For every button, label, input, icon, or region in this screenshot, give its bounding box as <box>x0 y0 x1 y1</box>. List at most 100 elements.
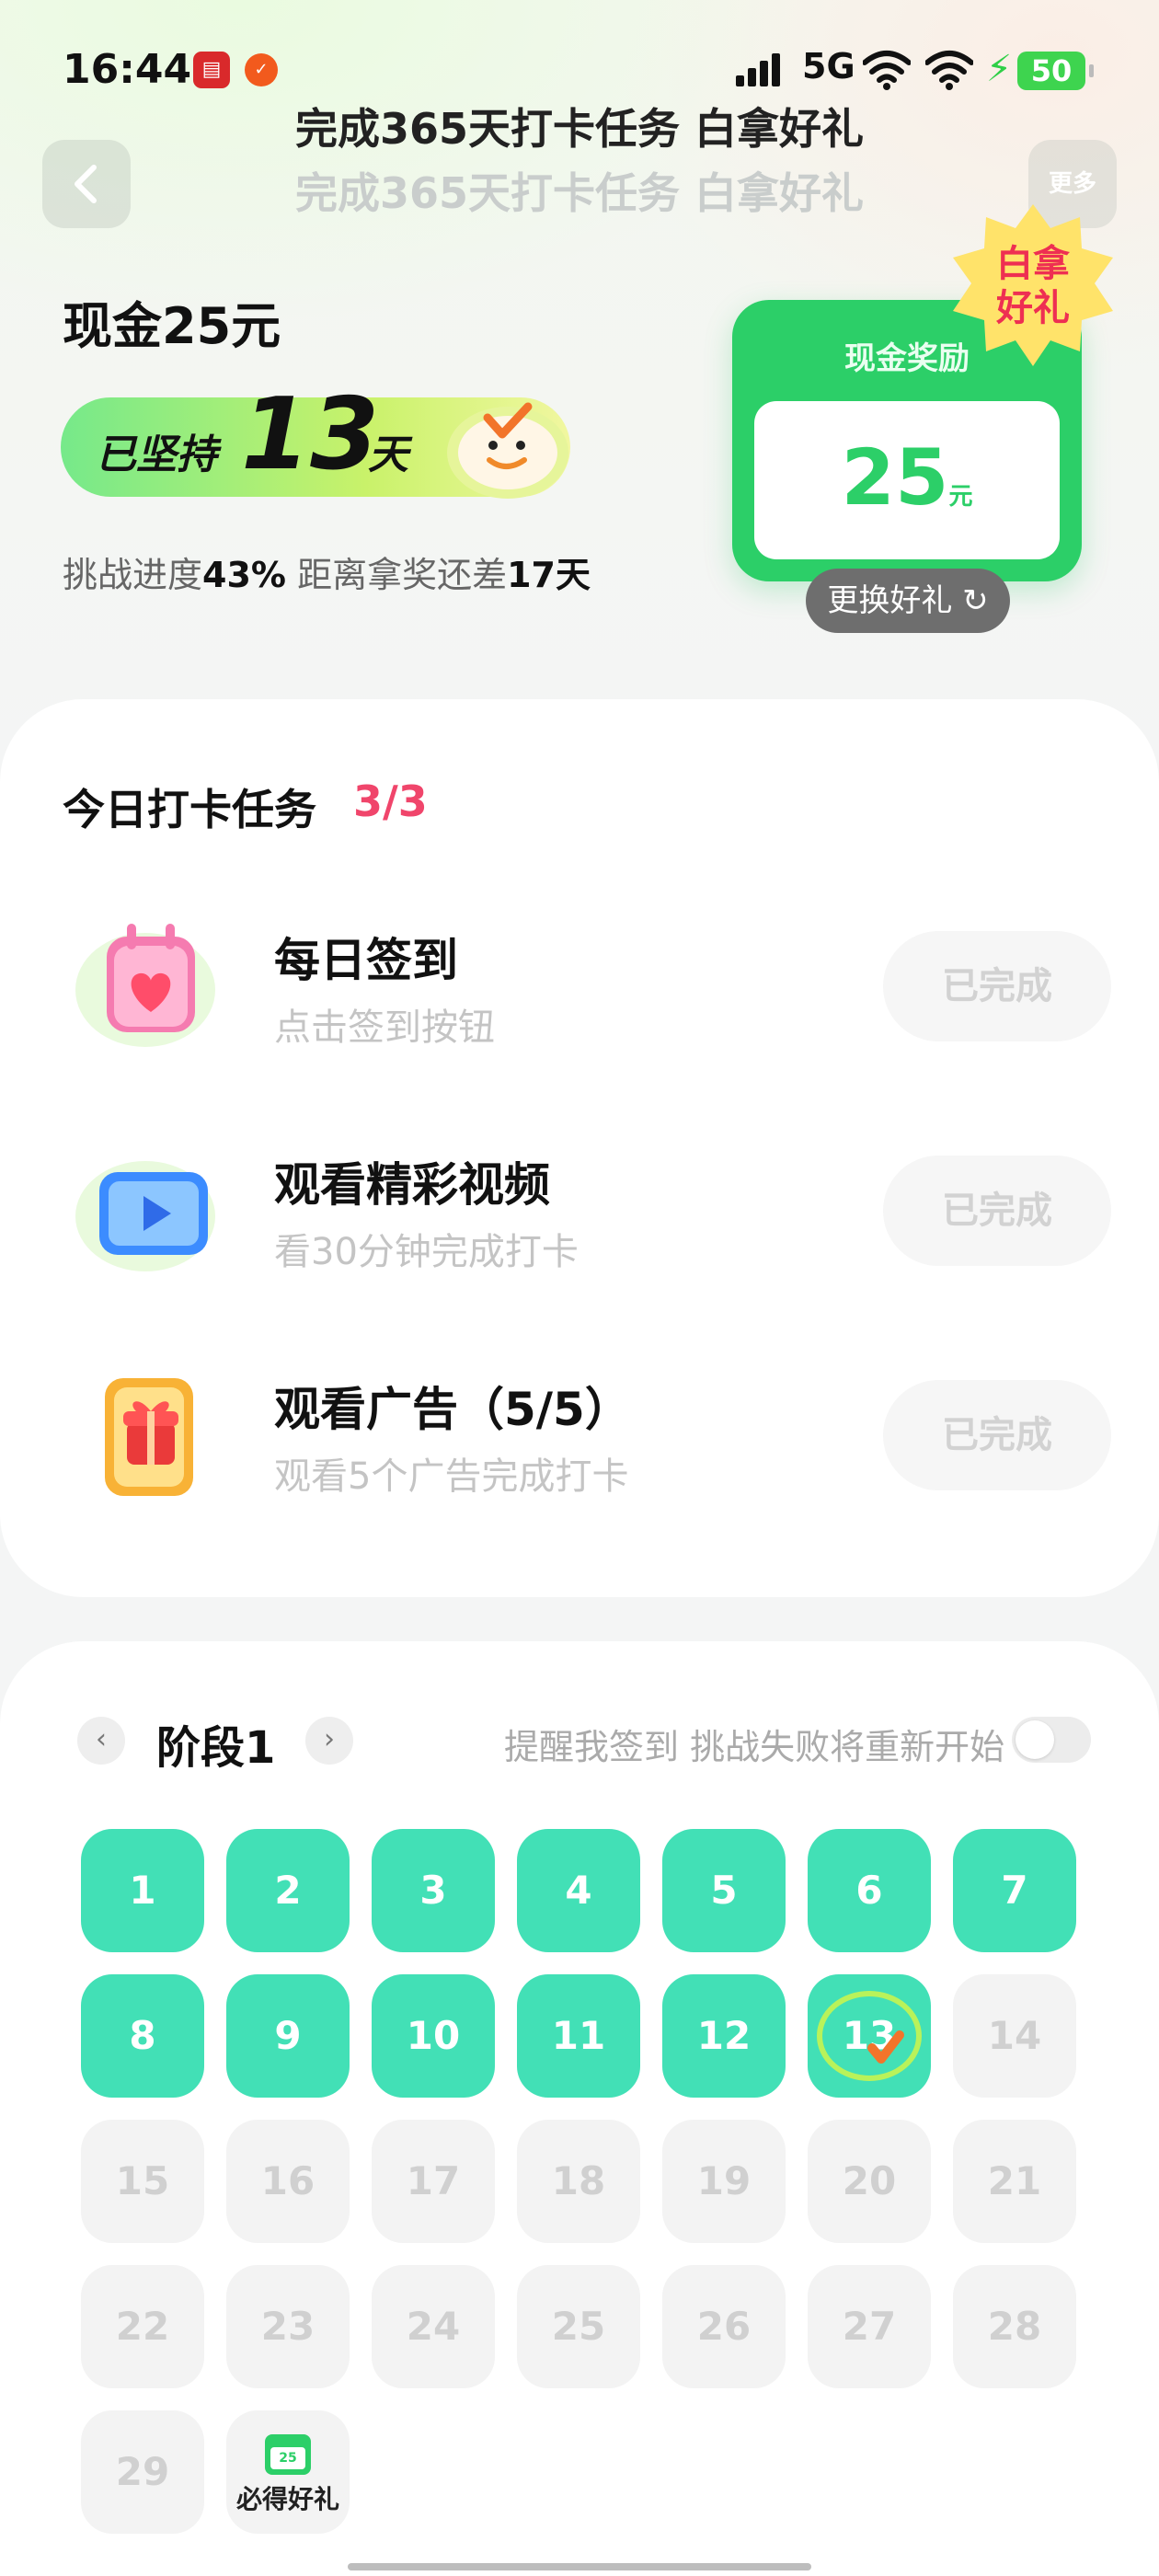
day-cell[interactable]: 7 <box>953 1829 1076 1952</box>
day-cell[interactable]: 27 <box>808 2265 931 2388</box>
toggle-knob <box>1016 1720 1054 1759</box>
day-cell[interactable]: 23 <box>226 2265 350 2388</box>
day-cell[interactable]: 17 <box>372 2120 495 2243</box>
day-number: 5 <box>710 1868 738 1913</box>
prize-amount: 25元 <box>754 432 1060 523</box>
swap-prize-button[interactable]: 更换好礼 ↻ <box>806 569 1010 633</box>
day-cell[interactable]: 19 <box>662 2120 786 2243</box>
day-number: 2 <box>274 1868 302 1913</box>
task-title: 观看广告（5/5） <box>274 1383 631 1436</box>
status-time: 16:44 <box>63 46 192 93</box>
task-completed-button[interactable]: 已完成 <box>883 1156 1111 1266</box>
day-cell[interactable]: 1 <box>81 1829 204 1952</box>
free-gift-badge: 白拿 好礼 <box>953 204 1113 366</box>
wifi-icon <box>863 51 911 90</box>
day-number: 28 <box>987 2304 1042 2349</box>
day-number: 26 <box>696 2304 752 2349</box>
task-subtitle: 看30分钟完成打卡 <box>274 1231 579 1273</box>
day-cell[interactable]: 3 <box>372 1829 495 1952</box>
task-title: 观看精彩视频 <box>274 1158 550 1212</box>
challenge-progress: 挑战进度43% 距离拿奖还差17天 <box>63 546 591 597</box>
wifi-icon-secondary <box>925 51 973 90</box>
stage-title: 阶段1 <box>156 1722 276 1774</box>
day-cell[interactable]: 6 <box>808 1829 931 1952</box>
task-completed-button[interactable]: 已完成 <box>883 931 1111 1041</box>
day-number: 22 <box>115 2304 170 2349</box>
task-row-ads: 观看广告（5/5） 观看5个广告完成打卡 已完成 <box>0 1358 1159 1524</box>
charging-icon: ⚡ <box>986 48 1013 90</box>
network-type: 5G <box>802 46 855 86</box>
day-cell[interactable]: 5 <box>662 1829 786 1952</box>
prize-amount-box: 25元 <box>754 401 1060 559</box>
task-subtitle: 观看5个广告完成打卡 <box>274 1455 629 1498</box>
day-number: 19 <box>696 2158 752 2203</box>
day-number: 12 <box>696 2013 752 2058</box>
day-number: 1 <box>129 1868 156 1913</box>
day-number: 6 <box>855 1868 883 1913</box>
chevron-right-icon[interactable]: › <box>305 1717 353 1765</box>
day-cell[interactable]: 22 <box>81 2265 204 2388</box>
day-number: 14 <box>987 2013 1042 2058</box>
day-number: 7 <box>1001 1868 1028 1913</box>
day-cell[interactable]: 26 <box>662 2265 786 2388</box>
progress-label: 挑战进度 <box>63 555 203 595</box>
day-cell[interactable]: 25 <box>517 2265 640 2388</box>
task-row-video: 观看精彩视频 看30分钟完成打卡 已完成 <box>0 1133 1159 1299</box>
task-title: 每日签到 <box>274 934 458 987</box>
day-number: 23 <box>260 2304 316 2349</box>
video-play-icon <box>75 1161 215 1271</box>
day-cell[interactable]: 15 <box>81 2120 204 2243</box>
cash-card-icon: 25 <box>265 2434 311 2475</box>
mini-amount: 25 <box>270 2447 305 2469</box>
checkin-calendar-card: ‹ 阶段1 › 提醒我签到 挑战失败将重新开始 1 2 3 4 5 6 7 8 9 10 11 12 1… <box>0 1641 1159 2576</box>
shopping-app-icon: ✓ <box>245 53 278 86</box>
signal-icon <box>736 53 784 86</box>
checkmark-circle-icon <box>817 1991 922 2081</box>
refresh-icon: ↻ <box>962 582 989 619</box>
day-number: 27 <box>842 2304 897 2349</box>
swap-prize-label: 更换好礼 <box>827 582 953 619</box>
day-number: 15 <box>115 2158 170 2203</box>
day-number: 20 <box>842 2158 897 2203</box>
gift-phone-icon <box>105 1378 193 1496</box>
day-number: 21 <box>987 2158 1042 2203</box>
day-cell[interactable]: 29 <box>81 2410 204 2534</box>
day-cell[interactable]: 28 <box>953 2265 1076 2388</box>
final-gift-label: 必得好礼 <box>235 2484 339 2514</box>
calendar-heart-icon <box>75 924 215 1047</box>
final-gift-tile[interactable]: 25 必得好礼 <box>226 2410 350 2534</box>
day-cell[interactable]: 20 <box>808 2120 931 2243</box>
task-completed-button[interactable]: 已完成 <box>883 1380 1111 1490</box>
day-cell[interactable]: 8 <box>81 1974 204 2098</box>
streak-suffix: 天 <box>368 431 408 478</box>
tasks-heading: 今日打卡任务 <box>63 785 316 834</box>
day-number: 16 <box>260 2158 316 2203</box>
prize-unit: 元 <box>948 483 973 511</box>
day-cell[interactable]: 18 <box>517 2120 640 2243</box>
day-cell[interactable]: 16 <box>226 2120 350 2243</box>
task-subtitle: 点击签到按钮 <box>274 1006 495 1049</box>
mascot-icon <box>447 402 568 499</box>
prize-amount-value: 25 <box>841 432 949 523</box>
task-row-checkin: 每日签到 点击签到按钮 已完成 <box>0 909 1159 1075</box>
remaining-label: 距离拿奖还差 <box>297 555 508 595</box>
day-number: 25 <box>551 2304 606 2349</box>
day-cell[interactable]: 4 <box>517 1829 640 1952</box>
day-cell[interactable]: 2 <box>226 1829 350 1952</box>
page-title: 完成365天打卡任务 白拿好礼 <box>294 104 865 154</box>
day-cell[interactable]: 14 <box>953 1974 1076 2098</box>
streak-prefix: 已坚持 <box>96 431 217 478</box>
chevron-left-icon[interactable]: ‹ <box>77 1717 125 1765</box>
day-cell[interactable]: 10 <box>372 1974 495 2098</box>
day-cell[interactable]: 11 <box>517 1974 640 2098</box>
day-number: 3 <box>419 1868 447 1913</box>
reminder-toggle[interactable] <box>1012 1717 1091 1763</box>
streak-days: 13 <box>241 377 380 492</box>
day-cell[interactable]: 24 <box>372 2265 495 2388</box>
day-cell-today[interactable]: 13 <box>808 1974 931 2098</box>
day-cell[interactable]: 9 <box>226 1974 350 2098</box>
day-cell[interactable]: 12 <box>662 1974 786 2098</box>
prize-name: 现金25元 <box>63 297 281 355</box>
day-cell[interactable]: 21 <box>953 2120 1076 2243</box>
day-number: 18 <box>551 2158 606 2203</box>
